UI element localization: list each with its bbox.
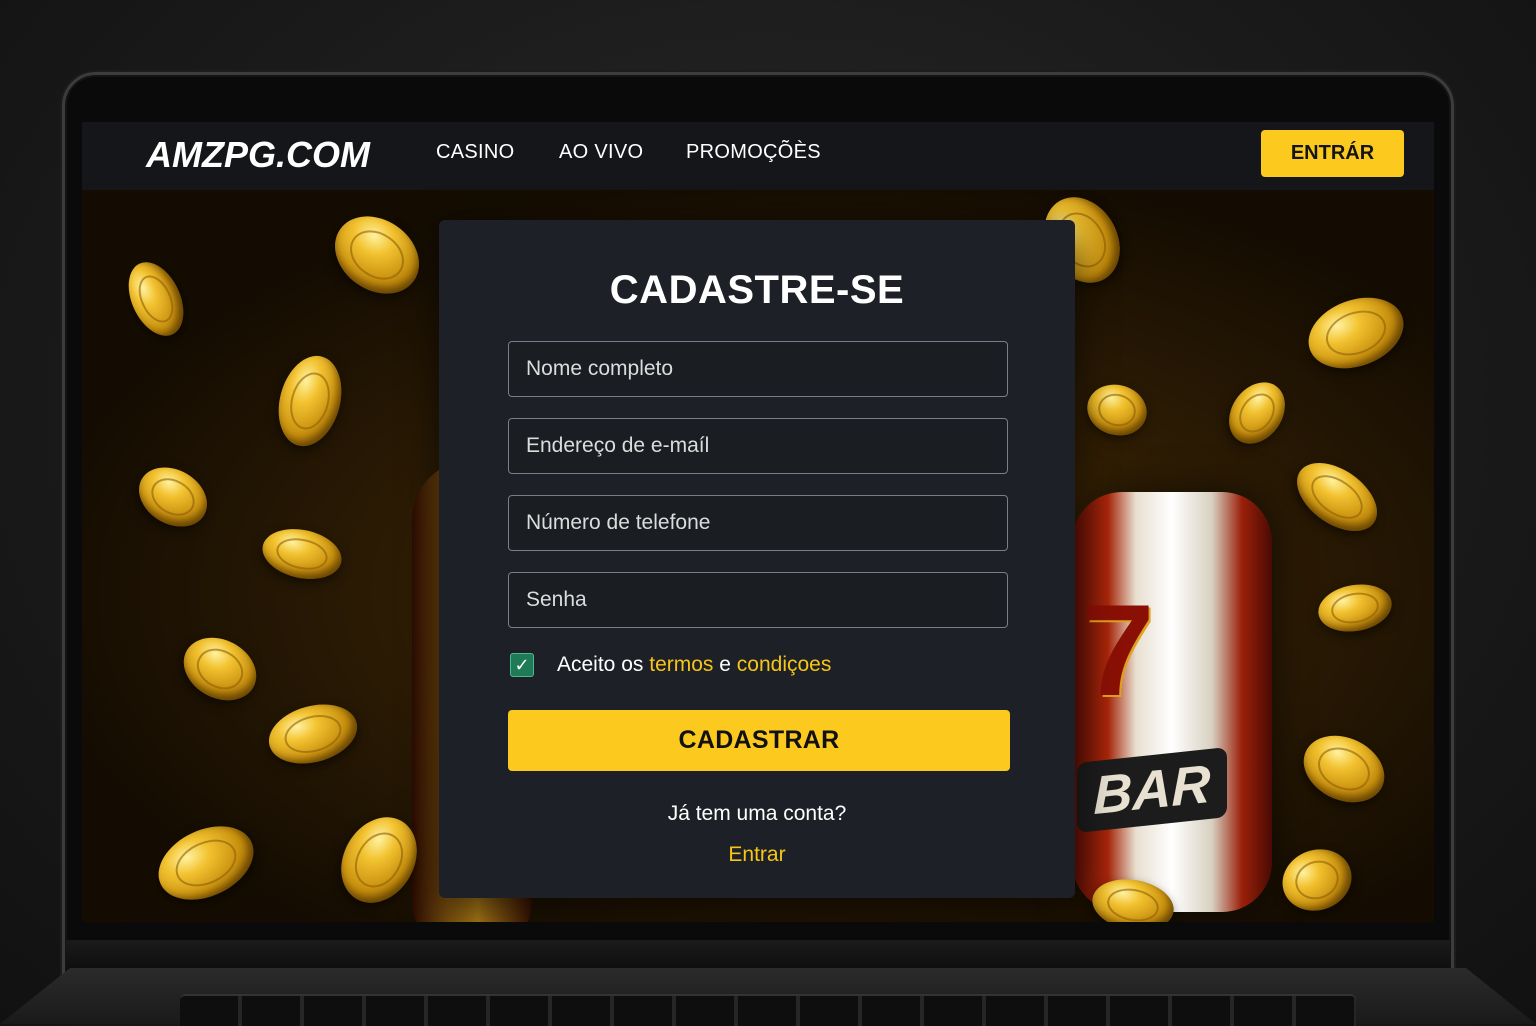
email-input[interactable] (508, 418, 1008, 474)
coin-decoration (1292, 723, 1396, 815)
have-account-text: Já tem uma conta? (667, 802, 847, 825)
coin-decoration (269, 348, 351, 454)
password-input[interactable] (508, 572, 1008, 628)
login-link[interactable]: Entrar (439, 843, 1075, 867)
full-name-input[interactable] (508, 341, 1008, 397)
coin-decoration (1314, 578, 1396, 638)
coin-decoration (1273, 839, 1361, 921)
terms-label: Aceito os termos e condiçoes (557, 653, 831, 677)
coin-decoration (1298, 285, 1414, 381)
coin-decoration (1081, 378, 1153, 442)
site-logo[interactable]: AMZPG.COM (146, 134, 370, 176)
nav-link-ao-vivo[interactable]: AO VIVO (559, 141, 643, 164)
checkmark-icon: ✓ (514, 655, 530, 675)
top-navbar: AMZPG.COM CASINO AO VIVO PROMOÇÕÈS ENTRÁ… (82, 122, 1434, 190)
register-button[interactable]: CADASTRAR (508, 710, 1010, 771)
coin-decoration (257, 522, 347, 586)
terms-connector: e (719, 653, 731, 676)
nav-link-promocoes[interactable]: PROMOÇÕÈS (686, 141, 821, 164)
coin-decoration (128, 455, 218, 539)
registration-form-card: CADASTRE-SE ✓ Aceito os termos e condiço… (439, 220, 1075, 898)
terms-link[interactable]: termos (649, 653, 713, 676)
laptop-screen: AMZPG.COM CASINO AO VIVO PROMOÇÕÈS ENTRÁ… (82, 122, 1434, 922)
nav-link-casino[interactable]: CASINO (436, 141, 514, 164)
coin-decoration (1284, 449, 1390, 545)
coin-decoration (117, 253, 195, 345)
coin-decoration (1217, 371, 1297, 455)
form-title: CADASTRE-SE (609, 268, 905, 312)
slot-seven-symbol: 7 (1082, 577, 1155, 723)
coin-decoration (320, 200, 434, 310)
laptop-keyboard (180, 994, 1356, 1026)
coin-decoration (172, 625, 268, 713)
coin-decoration (262, 695, 364, 773)
login-button[interactable]: ENTRÁR (1261, 130, 1404, 177)
coin-decoration (146, 811, 266, 915)
phone-input[interactable] (508, 495, 1008, 551)
laptop-bezel (66, 940, 1450, 972)
conditions-link[interactable]: condiçoes (737, 653, 832, 676)
terms-checkbox[interactable]: ✓ (510, 653, 534, 677)
terms-prefix: Aceito os (557, 653, 644, 676)
terms-row: ✓ Aceito os termos e condiçoes (508, 650, 1008, 680)
